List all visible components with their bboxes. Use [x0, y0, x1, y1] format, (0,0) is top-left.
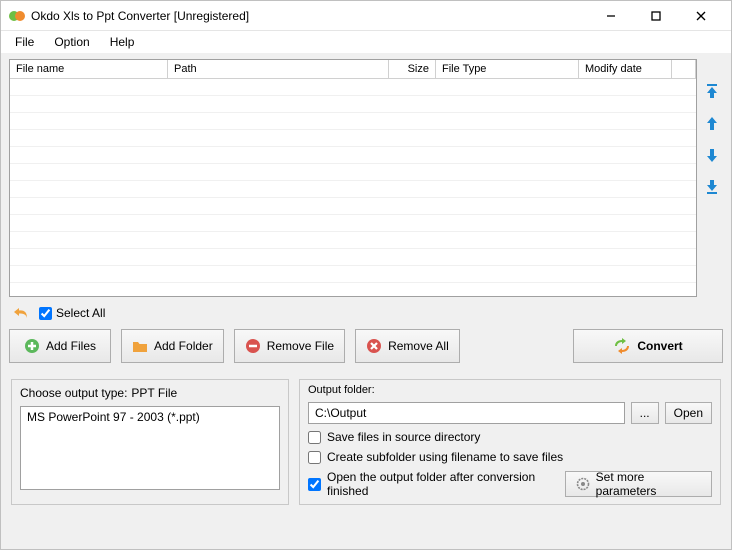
remove-all-button[interactable]: Remove All: [355, 329, 460, 363]
output-type-legend-value: PPT File: [131, 386, 177, 400]
output-type-legend: Choose output type: PPT File: [20, 386, 280, 400]
output-type-legend-prefix: Choose output type:: [20, 386, 127, 400]
col-path[interactable]: Path: [168, 60, 389, 78]
open-folder-button[interactable]: Open: [665, 402, 712, 424]
menu-help[interactable]: Help: [102, 33, 143, 51]
table-row: [10, 147, 696, 164]
app-icon: [9, 8, 25, 24]
col-size[interactable]: Size: [389, 60, 436, 78]
table-row: [10, 130, 696, 147]
list-item[interactable]: MS PowerPoint 97 - 2003 (*.ppt): [21, 407, 279, 427]
create-subfolder-label: Create subfolder using filename to save …: [327, 450, 563, 464]
col-extra: [672, 60, 696, 78]
add-folder-label: Add Folder: [154, 339, 213, 353]
window-title: Okdo Xls to Ppt Converter [Unregistered]: [31, 9, 588, 23]
col-filename[interactable]: File name: [10, 60, 168, 78]
move-bottom-button[interactable]: [703, 179, 721, 197]
move-top-button[interactable]: [703, 83, 721, 101]
create-subfolder-input[interactable]: [308, 451, 321, 464]
table-row: [10, 198, 696, 215]
remove-file-label: Remove File: [267, 339, 334, 353]
grid-header: File name Path Size File Type Modify dat…: [10, 60, 696, 79]
table-row: [10, 164, 696, 181]
table-row: [10, 232, 696, 249]
open-after-input[interactable]: [308, 478, 321, 491]
close-button[interactable]: [678, 2, 723, 30]
select-all-input[interactable]: [39, 307, 52, 320]
add-files-button[interactable]: Add Files: [9, 329, 111, 363]
open-after-checkbox[interactable]: Open the output folder after conversion …: [308, 470, 565, 498]
gear-icon: [576, 477, 590, 491]
minimize-button[interactable]: [588, 2, 633, 30]
remove-all-icon: [366, 338, 382, 354]
grid-body: [10, 79, 696, 296]
open-after-label: Open the output folder after conversion …: [327, 470, 565, 498]
undo-icon[interactable]: [13, 305, 31, 321]
output-folder-label: Output folder:: [308, 384, 712, 396]
col-modifydate[interactable]: Modify date: [579, 60, 672, 78]
output-type-list[interactable]: MS PowerPoint 97 - 2003 (*.ppt): [20, 406, 280, 490]
select-all-checkbox[interactable]: Select All: [39, 306, 105, 320]
table-row: [10, 113, 696, 130]
set-more-parameters-button[interactable]: Set more parameters: [565, 471, 712, 497]
output-folder-input[interactable]: [308, 402, 625, 424]
maximize-button[interactable]: [633, 2, 678, 30]
convert-label: Convert: [637, 339, 682, 353]
add-files-label: Add Files: [46, 339, 96, 353]
menu-file[interactable]: File: [7, 33, 42, 51]
select-all-label: Select All: [56, 306, 105, 320]
table-row: [10, 79, 696, 96]
output-folder-panel: Output folder: ... Open Save files in so…: [299, 379, 721, 505]
plus-icon: [24, 338, 40, 354]
move-down-button[interactable]: [703, 147, 721, 165]
add-folder-button[interactable]: Add Folder: [121, 329, 224, 363]
table-row: [10, 249, 696, 266]
remove-file-button[interactable]: Remove File: [234, 329, 345, 363]
folder-icon: [132, 338, 148, 354]
table-row: [10, 96, 696, 113]
menu-option[interactable]: Option: [46, 33, 97, 51]
table-row: [10, 266, 696, 283]
save-in-source-checkbox[interactable]: Save files in source directory: [308, 430, 712, 444]
titlebar: Okdo Xls to Ppt Converter [Unregistered]: [1, 1, 731, 31]
remove-all-label: Remove All: [388, 339, 449, 353]
file-grid[interactable]: File name Path Size File Type Modify dat…: [9, 59, 697, 297]
convert-button[interactable]: Convert: [573, 329, 723, 363]
convert-icon: [613, 338, 631, 354]
save-in-source-input[interactable]: [308, 431, 321, 444]
table-row: [10, 181, 696, 198]
set-more-parameters-label: Set more parameters: [596, 470, 701, 498]
col-filetype[interactable]: File Type: [436, 60, 579, 78]
minus-icon: [245, 338, 261, 354]
output-type-panel: Choose output type: PPT File MS PowerPoi…: [11, 379, 289, 505]
browse-button[interactable]: ...: [631, 402, 659, 424]
reorder-buttons: [701, 59, 723, 297]
menubar: File Option Help: [1, 31, 731, 53]
save-in-source-label: Save files in source directory: [327, 430, 480, 444]
move-up-button[interactable]: [703, 115, 721, 133]
table-row: [10, 215, 696, 232]
create-subfolder-checkbox[interactable]: Create subfolder using filename to save …: [308, 450, 712, 464]
